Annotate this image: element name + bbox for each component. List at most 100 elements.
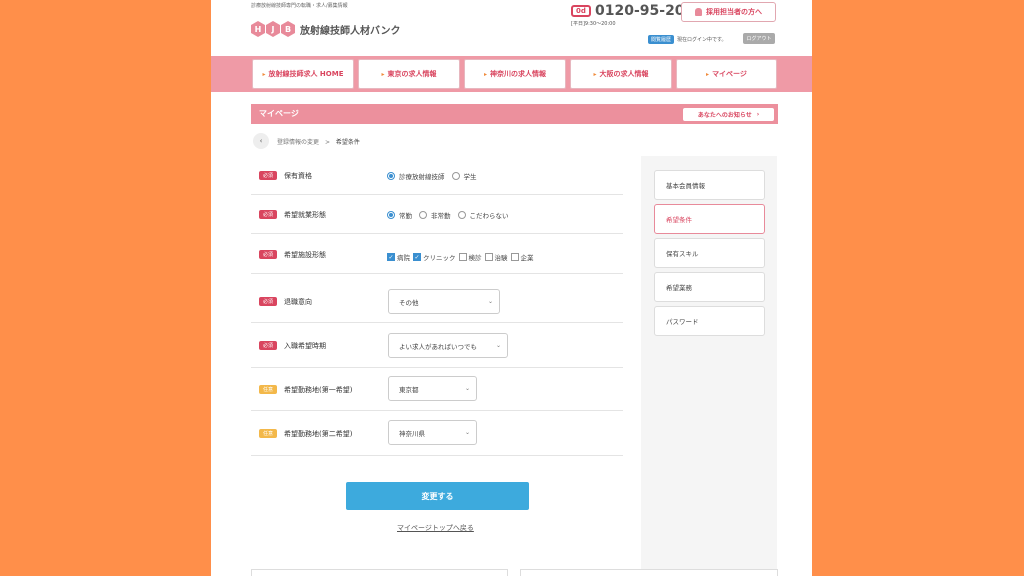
logo-hex-h: H — [251, 21, 265, 37]
page: 診療放射線技師専門の転職・求人/募集情報 H J B 放射線技師人材バンク 0d… — [211, 0, 812, 576]
form-row-intent: 必須 退職意向 その他 ⌄ — [251, 283, 623, 323]
logo-text: 放射線技師人材バンク — [300, 25, 401, 37]
option-label: こだわらない — [469, 212, 509, 220]
history-badge[interactable]: 閲覧履歴 — [648, 35, 675, 44]
form-row-facility: 必須 希望施設形態 ✓ 病院 ✓ クリニック 検診 治験 企業 — [251, 237, 623, 274]
person-icon — [695, 8, 702, 16]
logout-button[interactable]: ログアウト — [743, 33, 775, 44]
option-label: 非常勤 — [431, 212, 451, 220]
select-value: その他 — [399, 298, 419, 307]
nav-home[interactable]: 放射線技師求人 HOME — [252, 59, 354, 89]
option-label: 病院 — [397, 254, 410, 262]
check-icon[interactable]: ✓ — [413, 253, 421, 261]
timing-select[interactable]: よい求人があればいつでも ⌄ — [388, 333, 508, 358]
login-status: 現在ログイン中です。 — [677, 37, 727, 43]
radio-checked[interactable] — [387, 172, 395, 180]
timing-label: 入職希望時期 — [284, 342, 326, 350]
required-badge: 必須 — [259, 341, 277, 350]
checkbox-unchecked[interactable] — [484, 253, 493, 261]
checkbox-unchecked[interactable] — [458, 253, 467, 261]
option-label: 常勤 — [399, 212, 412, 220]
optional-badge: 任意 — [259, 429, 277, 438]
location1-label: 希望勤務地(第一希望) — [284, 386, 353, 394]
sidebar-item-password[interactable]: パスワード — [654, 306, 765, 336]
option-label: 検診 — [468, 254, 482, 262]
back-button[interactable]: ‹ — [253, 133, 269, 149]
form-row-location2: 任意 希望勤務地(第二希望) 神奈川県 ⌄ — [251, 413, 623, 456]
form-row-location1: 任意 希望勤務地(第一希望) 東京都 ⌄ — [251, 370, 623, 411]
employment-radio-fulltime[interactable]: 常勤 — [387, 210, 412, 220]
required-badge: 必須 — [259, 297, 277, 306]
facility-check-hospital[interactable]: ✓ 病院 — [387, 252, 410, 262]
employment-label: 希望就業形態 — [284, 211, 326, 219]
location2-select[interactable]: 神奈川県 ⌄ — [388, 420, 477, 445]
form-row-employment: 必須 希望就業形態 常勤 非常勤 こだわらない — [251, 197, 623, 234]
facility-check-company[interactable]: 企業 — [510, 252, 534, 262]
form-row-qualification: 必須 保有資格 診療放射線技師 学生 — [251, 158, 623, 195]
timing-control: よい求人があればいつでも ⌄ — [388, 333, 508, 358]
breadcrumb: 登録情報の変更 > 希望条件 — [277, 137, 360, 146]
submit-button[interactable]: 変更する — [346, 482, 529, 510]
qualification-label: 保有資格 — [284, 172, 312, 180]
footer-box-left — [251, 569, 508, 576]
facility-check-trial[interactable]: 治験 — [484, 252, 508, 262]
location2-label: 希望勤務地(第二希望) — [284, 430, 353, 438]
facility-options: ✓ 病院 ✓ クリニック 検診 治験 企業 — [387, 252, 537, 262]
notice-button-label: あなたへのお知らせ — [697, 112, 752, 119]
free-dial-icon: 0d — [571, 5, 591, 17]
check-icon[interactable]: ✓ — [387, 253, 395, 261]
recruiter-button-label: 採用担当者の方へ — [706, 8, 762, 16]
arrow-right-icon: › — [756, 111, 760, 118]
radio-unchecked[interactable] — [419, 211, 427, 219]
intent-control: その他 ⌄ — [388, 289, 500, 314]
recruiter-button[interactable]: 採用担当者の方へ — [681, 2, 776, 22]
option-label: 診療放射線技師 — [399, 173, 445, 181]
breadcrumb-current: 希望条件 — [335, 139, 360, 146]
nav-kanagawa[interactable]: 神奈川の求人情報 — [464, 59, 566, 89]
option-label: クリニック — [423, 254, 456, 262]
sidebar-item-basic-info[interactable]: 基本会員情報 — [654, 170, 765, 200]
option-label: 企業 — [520, 254, 534, 262]
select-value: よい求人があればいつでも — [399, 342, 477, 351]
radio-checked[interactable] — [387, 211, 395, 219]
sidebar-item-work[interactable]: 希望業務 — [654, 272, 765, 302]
nav-tokyo[interactable]: 東京の求人情報 — [358, 59, 460, 89]
breadcrumb-parent[interactable]: 登録情報の変更 — [277, 139, 319, 146]
qualification-radio-radiologist[interactable]: 診療放射線技師 — [387, 171, 445, 181]
sidebar-item-skills[interactable]: 保有スキル — [654, 238, 765, 268]
option-label: 学生 — [463, 173, 477, 181]
footer-box-right — [520, 569, 778, 576]
chevron-down-icon: ⌄ — [495, 342, 501, 349]
mypage-top-link[interactable]: マイページトップへ戻る — [397, 523, 474, 533]
site-tagline: 診療放射線技師専門の転職・求人/募集情報 — [251, 3, 348, 9]
qualification-options: 診療放射線技師 学生 — [387, 171, 484, 181]
nav-osaka[interactable]: 大阪の求人情報 — [570, 59, 672, 89]
intent-label: 退職意向 — [284, 298, 312, 306]
chevron-down-icon: ⌄ — [487, 298, 493, 305]
radio-unchecked[interactable] — [451, 172, 460, 180]
required-badge: 必須 — [259, 250, 277, 259]
employment-radio-parttime[interactable]: 非常勤 — [419, 210, 451, 220]
nav-mypage[interactable]: マイページ — [676, 59, 777, 89]
checkbox-unchecked[interactable] — [510, 253, 519, 261]
required-badge: 必須 — [259, 210, 277, 219]
form-row-timing: 必須 入職希望時期 よい求人があればいつでも ⌄ — [251, 326, 623, 368]
radio-unchecked[interactable] — [457, 211, 466, 219]
qualification-radio-student[interactable]: 学生 — [451, 171, 477, 181]
chevron-down-icon: ⌄ — [464, 429, 470, 436]
option-label: 治験 — [494, 254, 508, 262]
required-badge: 必須 — [259, 171, 277, 180]
employment-radio-any[interactable]: こだわらない — [457, 210, 509, 220]
facility-check-screening[interactable]: 検診 — [458, 252, 482, 262]
employment-options: 常勤 非常勤 こだわらない — [387, 210, 516, 220]
select-value: 神奈川県 — [399, 429, 425, 438]
site-logo[interactable]: H J B 放射線技師人材バンク — [251, 20, 401, 38]
notice-button[interactable]: あなたへのお知らせ › — [683, 108, 774, 121]
location1-select[interactable]: 東京都 ⌄ — [388, 376, 477, 401]
sidebar-item-preferences[interactable]: 希望条件 — [654, 204, 765, 234]
intent-select[interactable]: その他 ⌄ — [388, 289, 500, 314]
breadcrumb-separator: > — [324, 139, 330, 146]
facility-check-clinic[interactable]: ✓ クリニック — [413, 252, 456, 262]
select-value: 東京都 — [399, 385, 419, 394]
logo-hex-b: B — [281, 21, 295, 37]
